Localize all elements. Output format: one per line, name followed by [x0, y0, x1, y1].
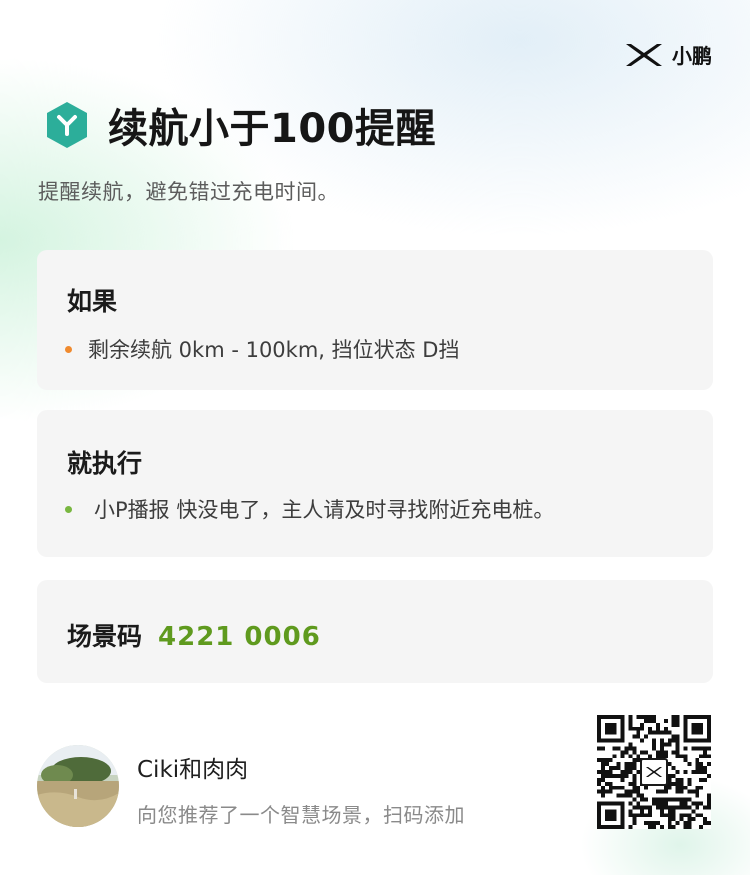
share-message: 向您推荐了一个智慧场景，扫码添加 [137, 803, 465, 827]
brand-name: 小鹏 [672, 44, 712, 68]
condition-item: 剩余续航 0km - 100km, 挡位状态 D挡 [65, 334, 459, 364]
action-item: 小P播报 快没电了，主人请及时寻找附近充电桩。 [65, 494, 554, 524]
condition-text: 剩余续航 0km - 100km, 挡位状态 D挡 [88, 338, 460, 362]
qr-code[interactable] [597, 715, 711, 829]
bullet-dot-icon [65, 345, 72, 353]
scene-code-value[interactable]: 4221 0006 [158, 622, 321, 652]
action-title: 就执行 [67, 449, 143, 478]
scene-code-card: 场景码 4221 0006 [37, 580, 713, 683]
avatar [37, 745, 119, 827]
qr-center-logo-icon [640, 758, 668, 786]
page-title: 续航小于100提醒 [108, 106, 436, 152]
page-subtitle: 提醒续航，避免错过充电时间。 [38, 180, 339, 204]
brand-logo: 小鹏 [624, 40, 712, 69]
condition-title: 如果 [67, 287, 118, 316]
xpeng-logo-icon [626, 43, 662, 66]
avatar-image [37, 745, 119, 827]
scene-hexagon-icon [47, 102, 87, 148]
page-header: 续航小于100提醒 [44, 96, 436, 154]
scene-code-row: 场景码 4221 0006 [67, 617, 321, 653]
action-text: 小P播报 快没电了，主人请及时寻找附近充电桩。 [94, 498, 555, 522]
condition-card: 如果 剩余续航 0km - 100km, 挡位状态 D挡 [37, 250, 713, 390]
sharer-username: Ciki和肉肉 [137, 757, 249, 783]
action-card: 就执行 小P播报 快没电了，主人请及时寻找附近充电桩。 [37, 410, 713, 557]
scene-code-label: 场景码 [67, 622, 143, 651]
bullet-dot-icon [65, 505, 72, 513]
